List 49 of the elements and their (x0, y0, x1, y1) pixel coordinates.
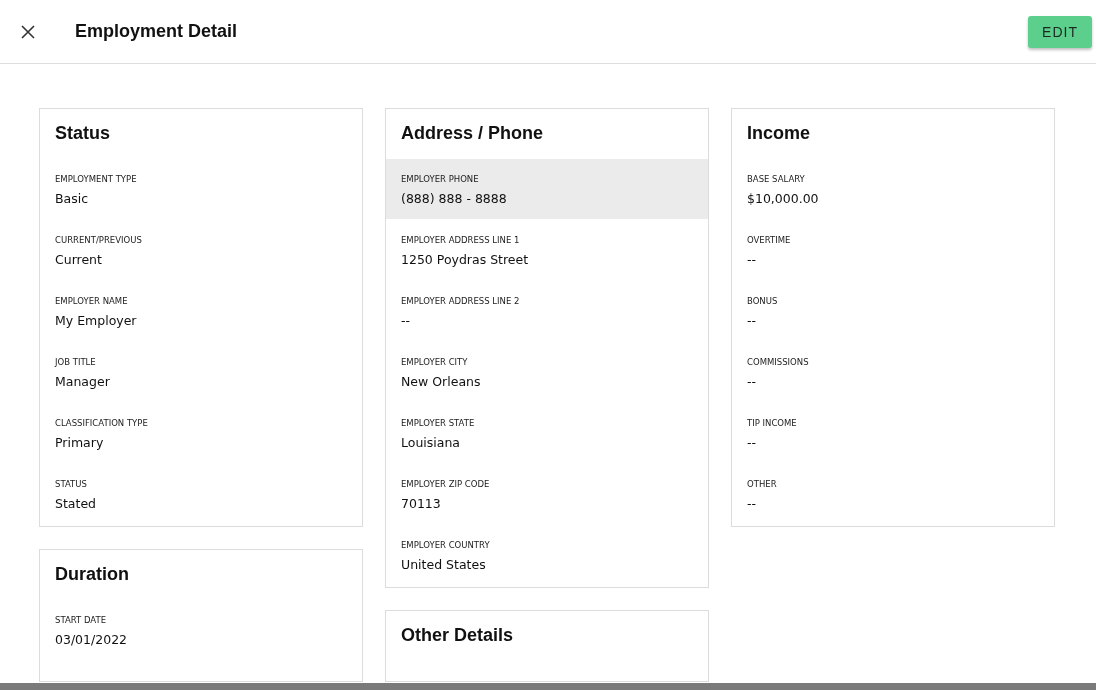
field-value: Louisiana (401, 434, 461, 452)
field-label: EMPLOYER ZIP CODE (401, 478, 491, 490)
field-label: EMPLOYER COUNTRY (401, 539, 491, 551)
field-label: BASE SALARY (747, 173, 806, 185)
field-value: -- (401, 312, 412, 330)
field-value: Basic (55, 190, 90, 208)
field-value: 70113 (401, 495, 442, 513)
close-icon[interactable] (21, 24, 35, 39)
field-label: EMPLOYER CITY (401, 356, 469, 368)
card-title: Status (54, 122, 111, 145)
field-label: START DATE (55, 614, 108, 626)
field-label: EMPLOYMENT TYPE (55, 173, 138, 185)
field-value: Current (55, 251, 103, 269)
field-label: EMPLOYER ADDRESS LINE 2 (401, 295, 521, 307)
field-label: EMPLOYER NAME (55, 295, 129, 307)
page-title: Employment Detail (75, 21, 239, 42)
field-label: BONUS (747, 295, 779, 307)
field-value: New Orleans (401, 373, 482, 391)
field-value: United States (401, 556, 487, 574)
card-title: Other Details (400, 624, 515, 647)
field-value: (888) 888 - 8888 (401, 190, 508, 208)
card-title: Address / Phone (400, 122, 545, 145)
card-title: Income (746, 122, 812, 145)
field-value: -- (747, 495, 758, 513)
field-value: -- (747, 434, 758, 452)
field-value: Primary (55, 434, 105, 452)
field-value: Manager (55, 373, 111, 391)
field-label: CLASSIFICATION TYPE (55, 417, 149, 429)
field-value: $10,000.00 (747, 190, 820, 208)
field-label: OTHER (747, 478, 778, 490)
field-value: 03/01/2022 (55, 631, 129, 649)
field-value: -- (747, 312, 758, 330)
field-label: OVERTIME (747, 234, 792, 246)
field-label: COMMISSIONS (747, 356, 810, 368)
field-label: CURRENT/PREVIOUS (55, 234, 143, 246)
field-value: -- (747, 373, 758, 391)
edit-button[interactable]: EDIT (1028, 15, 1092, 48)
field-value: 1250 Poydras Street (401, 251, 530, 269)
field-value: Stated (55, 495, 98, 513)
card-title: Duration (54, 563, 130, 586)
field-label: JOB TITLE (55, 356, 97, 368)
field-value: My Employer (55, 312, 138, 330)
scroll-bar[interactable] (0, 683, 1096, 690)
field-value: -- (747, 251, 758, 269)
field-label: STATUS (55, 478, 88, 490)
field-label: EMPLOYER PHONE (401, 173, 480, 185)
field-label: EMPLOYER ADDRESS LINE 1 (401, 234, 521, 246)
field-label: EMPLOYER STATE (401, 417, 476, 429)
field-label: TIP INCOME (747, 417, 798, 429)
